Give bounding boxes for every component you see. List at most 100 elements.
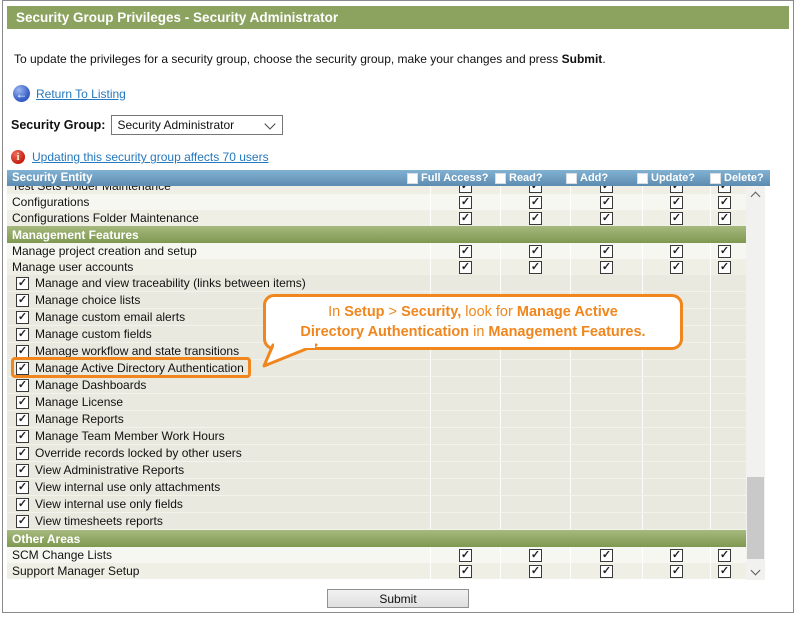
privilege-checkbox[interactable]: ✓ — [670, 195, 683, 209]
privilege-checkbox[interactable]: ✓ — [670, 564, 683, 578]
privilege-cell: ✓ — [430, 186, 500, 194]
privilege-cell — [570, 411, 642, 427]
privilege-cell — [642, 275, 710, 291]
privilege-cell — [430, 275, 500, 291]
privilege-columns — [430, 394, 746, 410]
feature-checkbox[interactable]: ✓ — [16, 480, 29, 494]
feature-checkbox[interactable]: ✓ — [16, 293, 29, 307]
feature-checkbox[interactable]: ✓ — [16, 395, 29, 409]
feature-checkbox[interactable]: ✓ — [16, 310, 29, 324]
chevron-down-icon — [750, 565, 761, 575]
intro-suffix: . — [602, 52, 606, 66]
select-all-checkbox[interactable] — [710, 172, 721, 184]
scroll-down-button[interactable] — [746, 563, 765, 580]
privilege-checkbox[interactable]: ✓ — [529, 186, 542, 193]
privilege-cell — [500, 445, 570, 461]
feature-checkbox[interactable]: ✓ — [16, 446, 29, 460]
privilege-checkbox[interactable]: ✓ — [670, 260, 683, 274]
privilege-checkbox[interactable]: ✓ — [600, 211, 613, 225]
privilege-checkbox[interactable]: ✓ — [529, 564, 542, 578]
privilege-checkbox[interactable]: ✓ — [600, 244, 613, 258]
privilege-checkbox[interactable]: ✓ — [718, 211, 731, 225]
privilege-checkbox[interactable]: ✓ — [600, 195, 613, 209]
column-header-full-access: Full Access? — [407, 170, 495, 186]
privilege-checkbox[interactable]: ✓ — [459, 186, 472, 193]
feature-checkbox[interactable]: ✓ — [16, 463, 29, 477]
security-group-select[interactable]: Security Administrator — [111, 115, 284, 135]
privilege-cell — [570, 377, 642, 393]
privilege-checkbox[interactable]: ✓ — [670, 548, 683, 562]
feature-checkbox[interactable]: ✓ — [16, 344, 29, 358]
affected-users-link[interactable]: Updating this security group affects 70 … — [32, 150, 269, 164]
privilege-checkbox[interactable]: ✓ — [459, 211, 472, 225]
privilege-checkbox[interactable]: ✓ — [529, 195, 542, 209]
privilege-checkbox[interactable]: ✓ — [718, 195, 731, 209]
privilege-columns — [430, 360, 746, 376]
feature-label: View internal use only attachments — [35, 480, 221, 494]
select-all-checkbox[interactable] — [566, 172, 577, 184]
feature-checkbox[interactable]: ✓ — [16, 327, 29, 341]
privilege-checkbox[interactable]: ✓ — [718, 564, 731, 578]
back-arrow-icon[interactable]: ← — [13, 85, 30, 102]
privilege-cell: ✓ — [500, 243, 570, 259]
privilege-checkbox[interactable]: ✓ — [529, 260, 542, 274]
privilege-cell: ✓ — [570, 547, 642, 563]
feature-checkbox[interactable]: ✓ — [16, 361, 29, 375]
privilege-cell — [430, 462, 500, 478]
privilege-checkbox[interactable]: ✓ — [600, 564, 613, 578]
privilege-checkbox[interactable]: ✓ — [718, 244, 731, 258]
privilege-cell: ✓ — [500, 186, 570, 194]
privilege-checkbox[interactable]: ✓ — [718, 548, 731, 562]
section-title: Management Features — [12, 227, 139, 242]
security-group-label: Security Group: — [11, 118, 106, 132]
privilege-cell: ✓ — [642, 563, 710, 579]
callout-line-2: Directory Authentication in Management F… — [300, 324, 646, 340]
privilege-columns — [430, 428, 746, 444]
submit-button[interactable]: Submit — [327, 589, 469, 608]
feature-checkbox[interactable]: ✓ — [16, 412, 29, 426]
select-all-checkbox[interactable] — [407, 172, 418, 184]
privilege-checkbox[interactable]: ✓ — [670, 211, 683, 225]
column-header-update: Update? — [637, 170, 710, 186]
feature-label: Manage choice lists — [35, 293, 141, 307]
privilege-checkbox[interactable]: ✓ — [600, 186, 613, 193]
privilege-checkbox[interactable]: ✓ — [718, 186, 731, 193]
privilege-cell — [500, 428, 570, 444]
privilege-cell — [500, 462, 570, 478]
privilege-checkbox[interactable]: ✓ — [459, 564, 472, 578]
scrollbar-track[interactable] — [746, 203, 765, 563]
privilege-checkbox[interactable]: ✓ — [670, 186, 683, 193]
feature-checkbox[interactable]: ✓ — [16, 497, 29, 511]
scroll-up-button[interactable] — [746, 186, 765, 203]
privilege-cell — [642, 377, 710, 393]
scrollbar-thumb[interactable] — [747, 477, 764, 559]
feature-checkbox[interactable]: ✓ — [16, 514, 29, 528]
column-header-read: Read? — [495, 170, 566, 186]
vertical-scrollbar[interactable] — [746, 186, 765, 580]
privilege-checkbox[interactable]: ✓ — [459, 260, 472, 274]
feature-checkbox[interactable]: ✓ — [16, 276, 29, 290]
privilege-checkbox[interactable]: ✓ — [459, 548, 472, 562]
privilege-checkbox[interactable]: ✓ — [529, 211, 542, 225]
feature-label: View timesheets reports — [35, 514, 163, 528]
privilege-checkbox[interactable]: ✓ — [600, 260, 613, 274]
privilege-checkbox[interactable]: ✓ — [670, 244, 683, 258]
return-to-listing-link[interactable]: Return To Listing — [36, 87, 126, 101]
privilege-checkbox[interactable]: ✓ — [718, 260, 731, 274]
privilege-cell — [710, 411, 746, 427]
select-all-checkbox[interactable] — [495, 172, 506, 184]
privilege-checkbox[interactable]: ✓ — [529, 244, 542, 258]
privilege-cell: ✓ — [430, 259, 500, 275]
privilege-checkbox[interactable]: ✓ — [600, 548, 613, 562]
column-label: Read? — [509, 172, 543, 184]
privilege-checkbox[interactable]: ✓ — [459, 195, 472, 209]
privilege-checkbox[interactable]: ✓ — [529, 548, 542, 562]
privilege-cell: ✓ — [710, 563, 746, 579]
privilege-checkbox[interactable]: ✓ — [459, 244, 472, 258]
privilege-columns — [430, 275, 746, 291]
feature-checkbox[interactable]: ✓ — [16, 429, 29, 443]
feature-checkbox[interactable]: ✓ — [16, 378, 29, 392]
privilege-cell — [642, 462, 710, 478]
select-all-checkbox[interactable] — [637, 172, 648, 184]
privilege-cell — [710, 275, 746, 291]
